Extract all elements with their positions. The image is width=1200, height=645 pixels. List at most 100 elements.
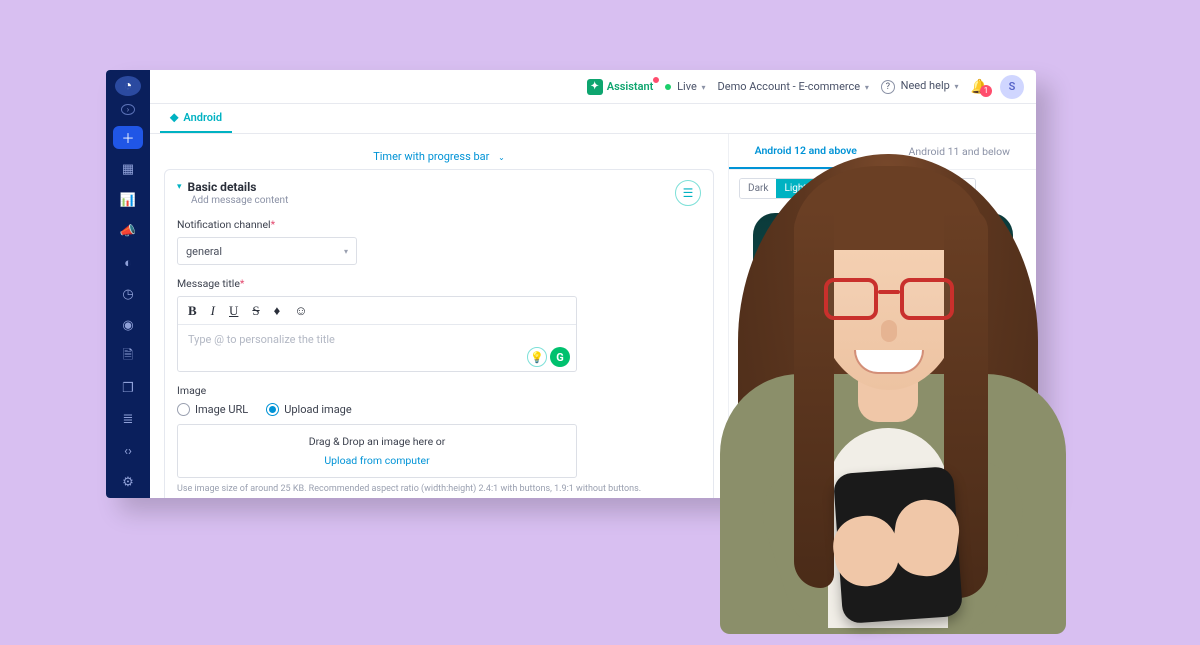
user-avatar[interactable]: S — [1000, 75, 1024, 99]
preview-progress-bar — [779, 385, 987, 388]
main: ✦ Assistant Live ▾ Demo Account - E-comm… — [150, 70, 1036, 498]
card-subtitle: Add message content — [191, 195, 288, 206]
italic-button[interactable]: I — [211, 303, 215, 319]
tab-android-12[interactable]: Android 12 and above — [729, 134, 883, 169]
preview-date: FRIDAY, FEBRU — [767, 291, 999, 301]
image-url-radio[interactable]: Image URL — [177, 403, 248, 416]
suggestion-button[interactable]: 💡 — [527, 347, 547, 367]
sidebar-expand-icon[interactable]: › — [121, 104, 135, 115]
help-button[interactable]: ? Need help ▾ — [881, 79, 959, 94]
preview-toggles: Dark Light Collapse Expand Min — [729, 170, 1036, 207]
collapse-caret-icon[interactable]: ▾ — [177, 182, 182, 192]
state-toggle: Collapse Expand — [826, 178, 931, 199]
theme-light-button[interactable]: Light — [776, 179, 814, 198]
assistant-button[interactable]: ✦ Assistant — [587, 79, 654, 95]
avatar-initial: S — [1009, 80, 1016, 93]
channel-select[interactable]: general ▾ — [177, 237, 357, 265]
sidebar-dashboard-icon[interactable]: ▦ — [114, 159, 142, 180]
title-input[interactable]: Type @ to personalize the title 💡 G — [178, 325, 576, 371]
preview-clock: 12:5 — [767, 243, 999, 295]
chevron-down-icon: ▾ — [702, 83, 706, 92]
sidebar-scheduler-icon[interactable]: ◐ — [114, 252, 142, 273]
upload-image-radio[interactable]: Upload image — [266, 403, 352, 416]
assistant-icon: ✦ — [587, 79, 603, 95]
preview-notification: ✎ Sample App · 5m Your title comes h — [767, 337, 999, 398]
env-selector[interactable]: Live ▾ — [665, 80, 705, 93]
notifications-button[interactable]: 🔔 1 — [971, 79, 988, 95]
sidebar-code-icon[interactable]: ‹› — [114, 440, 142, 461]
sidebar-campaign-icon[interactable]: 📣 — [114, 221, 142, 242]
chevron-down-icon: ▾ — [955, 82, 959, 91]
upload-from-computer-link[interactable]: Upload from computer — [188, 454, 566, 467]
template-selector[interactable]: Timer with progress bar ⌄ — [164, 144, 714, 169]
platform-tabs: ⬥ Android — [150, 104, 1036, 134]
chevron-down-icon: ▾ — [344, 247, 348, 256]
pencil-icon: ✎ — [779, 347, 787, 358]
account-selector[interactable]: Demo Account - E-commerce ▾ — [718, 80, 869, 93]
sidebar-doc-icon[interactable]: 🗎 — [114, 346, 142, 368]
assistant-label: Assistant — [607, 80, 654, 93]
underline-button[interactable]: U — [229, 303, 238, 319]
image-source-radio-group: Image URL Upload image — [177, 403, 701, 416]
upload-drop-text: Drag & Drop an image here or — [188, 435, 566, 448]
bold-button[interactable]: B — [188, 303, 197, 319]
content: Timer with progress bar ⌄ ▾ Basic detail… — [150, 134, 1036, 498]
color-button[interactable]: ♦ — [274, 303, 281, 319]
state-expand-button[interactable]: Expand — [881, 179, 930, 198]
basic-details-card: ▾ Basic details Add message content ☰ No… — [164, 169, 714, 498]
theme-dark-button[interactable]: Dark — [740, 179, 776, 198]
preview-notif-time: 5m — [856, 348, 869, 358]
title-placeholder: Type @ to personalize the title — [188, 333, 335, 346]
emoji-button[interactable]: ☺ — [294, 303, 307, 319]
sidebar-settings-icon[interactable]: ⚙ — [114, 472, 142, 493]
channel-field-label: Notification channel* — [177, 218, 701, 231]
form-column: Timer with progress bar ⌄ ▾ Basic detail… — [150, 134, 728, 498]
list-icon: ☰ — [683, 186, 694, 200]
app-window: ◔ › ＋ ▦ 📊 📣 ◐ ◷ ◉ 🗎 ❐ ≣ ‹› ⚙ ✦ Assistant… — [106, 70, 1036, 498]
card-title: Basic details — [188, 180, 257, 194]
title-field-label: Message title* — [177, 277, 701, 290]
theme-toggle: Dark Light — [739, 178, 816, 199]
help-label: Need help — [901, 79, 950, 92]
android-icon: ⬥ — [170, 110, 178, 125]
tab-android-11[interactable]: Android 11 and below — [883, 134, 1037, 169]
tab-android[interactable]: ⬥ Android — [160, 104, 232, 133]
grammarly-button[interactable]: G — [550, 347, 570, 367]
title-editor: B I U S ♦ ☺ Type @ to personalize the ti… — [177, 296, 577, 372]
grammarly-icon: G — [556, 351, 564, 364]
sidebar-layers-icon[interactable]: ❐ — [114, 378, 142, 399]
template-label: Timer with progress bar — [373, 150, 489, 163]
app-logo-icon[interactable]: ◔ — [115, 76, 141, 96]
phone-preview: 12:5 FRIDAY, FEBRU ✎ Sample App · 5m You… — [753, 213, 1013, 473]
help-icon: ? — [881, 80, 895, 94]
assistant-notification-dot — [651, 75, 661, 85]
preview-notif-title: Your title comes h — [779, 364, 987, 377]
topbar: ✦ Assistant Live ▾ Demo Account - E-comm… — [150, 70, 1036, 104]
radio-label: Upload image — [284, 403, 352, 416]
sidebar-user-icon[interactable]: ◉ — [114, 315, 142, 336]
preview-progress-fill — [779, 385, 858, 388]
image-helper-text: Use image size of around 25 KB. Recommen… — [177, 484, 701, 494]
upload-dropzone[interactable]: Drag & Drop an image here or Upload from… — [177, 424, 577, 478]
sidebar-clock-icon[interactable]: ◷ — [114, 284, 142, 305]
sidebar: ◔ › ＋ ▦ 📊 📣 ◐ ◷ ◉ 🗎 ❐ ≣ ‹› ⚙ — [106, 70, 150, 498]
list-view-button[interactable]: ☰ — [675, 180, 701, 206]
strikethrough-button[interactable]: S — [252, 303, 259, 319]
radio-label: Image URL — [195, 403, 248, 416]
size-toggle: Min — [941, 178, 976, 199]
chevron-down-icon: ⌄ — [498, 153, 505, 162]
preview-app-name: Sample App — [793, 348, 841, 358]
sidebar-analytics-icon[interactable]: 📊 — [114, 190, 142, 211]
env-label: Live — [677, 80, 697, 93]
notification-count: 1 — [980, 85, 992, 97]
lightbulb-icon: 💡 — [530, 351, 544, 364]
tab-label: Android — [183, 111, 222, 124]
sidebar-add-icon[interactable]: ＋ — [113, 126, 143, 149]
preview-column: Android 12 and above Android 11 and belo… — [728, 134, 1036, 498]
sidebar-db-icon[interactable]: ≣ — [114, 409, 142, 430]
editor-toolbar: B I U S ♦ ☺ — [178, 297, 576, 325]
live-status-dot — [665, 84, 671, 90]
state-collapse-button[interactable]: Collapse — [827, 179, 882, 198]
size-min-button[interactable]: Min — [942, 179, 975, 198]
channel-value: general — [186, 245, 222, 258]
